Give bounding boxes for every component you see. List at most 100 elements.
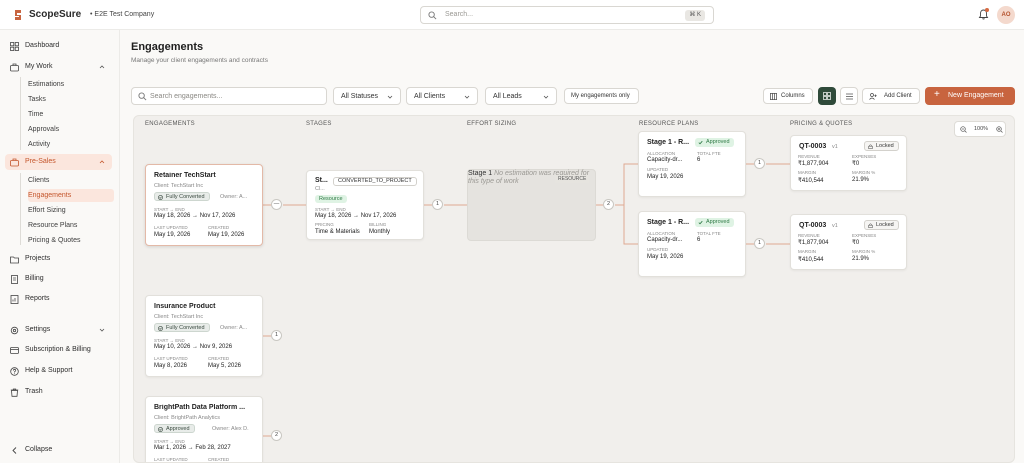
sidebar-sub-activity[interactable]: Activity xyxy=(28,138,114,151)
quote-card[interactable]: QT-0003 v1 Locked REVENUE ₹1,877,904 EXP… xyxy=(790,135,907,191)
grid-view-button[interactable] xyxy=(818,87,836,105)
engagement-flow-canvas[interactable]: ENGAGEMENTS STAGES EFFORT SIZING RESOURC… xyxy=(133,115,1015,463)
expenses-label: EXPENSES xyxy=(852,154,877,159)
sidebar-sub-engagements[interactable]: Engagements xyxy=(28,189,114,202)
sidebar-sub-clients[interactable]: Clients xyxy=(28,174,114,187)
locked-label: Locked xyxy=(876,143,894,149)
client-filter-value: All Clients xyxy=(414,93,446,100)
list-view-button[interactable] xyxy=(840,87,858,105)
status-filter-select[interactable]: All Statuses xyxy=(333,87,401,105)
connector-node[interactable]: 2 xyxy=(271,430,282,441)
sidebar-sub-time[interactable]: Time xyxy=(28,108,114,121)
engagement-card[interactable]: Insurance Product Client: TechStart Inc … xyxy=(145,295,263,377)
connector-node[interactable]: 1 xyxy=(754,158,765,169)
status-badge: Fully Converted xyxy=(154,192,210,201)
sidebar-label: Dashboard xyxy=(25,42,60,49)
expenses-label: EXPENSES xyxy=(852,233,877,238)
sidebar-label: Billing xyxy=(25,275,44,282)
sidebar-item-reports[interactable]: Reports xyxy=(5,291,112,307)
sidebar-item-dashboard[interactable]: Dashboard xyxy=(5,38,112,54)
lock-icon xyxy=(868,144,873,149)
sidebar-sub-pricing-quotes[interactable]: Pricing & Quotes xyxy=(28,234,114,247)
sidebar-item-help[interactable]: Help & Support xyxy=(5,363,112,379)
stage-card[interactable]: St... CONVERTED_TO_PROJECT Cl... Resourc… xyxy=(306,170,424,240)
lead-filter-select[interactable]: All Leads xyxy=(485,87,557,105)
start-end-label: START → END xyxy=(154,207,185,212)
updated-label: UPDATED xyxy=(647,247,669,252)
fte-label: TOTAL FTE xyxy=(697,231,721,236)
engagement-client: Client: TechStart Inc xyxy=(154,183,204,189)
revenue-label: REVENUE xyxy=(798,233,820,238)
resource-plan-title: Stage 1 - R... xyxy=(647,139,690,146)
add-client-label: Add Client xyxy=(884,93,912,99)
stage-status-tag: CONVERTED_TO_PROJECT xyxy=(333,177,417,186)
sidebar-item-billing[interactable]: Billing xyxy=(5,271,112,287)
billing-value: Monthly xyxy=(369,229,391,235)
briefcase-icon xyxy=(10,63,19,72)
sidebar-sub-resource-plans[interactable]: Resource Plans xyxy=(28,219,114,232)
resource-plan-card[interactable]: Stage 1 - R... Approved ALLOCATION Capac… xyxy=(638,131,746,197)
search-icon xyxy=(138,92,147,101)
approved-badge: Approved xyxy=(695,218,734,227)
columns-button[interactable]: Columns xyxy=(763,88,813,104)
status-filter-value: All Statuses xyxy=(341,93,378,100)
search-engagements-input[interactable]: Search engagements... xyxy=(131,87,327,105)
quote-title: QT-0003 xyxy=(799,222,827,229)
sidebar-collapse[interactable]: Collapse xyxy=(5,442,112,458)
sidebar-item-pre-sales[interactable]: Pre-Sales xyxy=(5,154,112,170)
sidebar-label: Projects xyxy=(25,255,51,262)
new-engagement-button[interactable]: + New Engagement xyxy=(925,87,1015,105)
engagement-title: BrightPath Data Platform ... xyxy=(154,404,246,411)
client-filter-select[interactable]: All Clients xyxy=(406,87,478,105)
sidebar-item-subscription[interactable]: Subscription & Billing xyxy=(5,342,112,358)
status-badge-label: Fully Converted xyxy=(166,194,205,200)
sidebar-sub-estimations[interactable]: Estimations xyxy=(28,78,114,91)
company-name[interactable]: • E2E Test Company xyxy=(90,11,154,18)
columns-label: Columns xyxy=(781,93,805,99)
sidebar-item-trash[interactable]: Trash xyxy=(5,384,112,400)
check-icon xyxy=(698,140,703,145)
brand-name[interactable]: ScopeSure xyxy=(29,9,81,20)
revenue-value: ₹1,877,904 xyxy=(798,240,829,246)
allocation-label: ALLOCATION xyxy=(647,231,676,236)
engagement-card[interactable]: Retainer TechStart Client: TechStart Inc… xyxy=(145,164,263,246)
connector-node[interactable]: 1 xyxy=(754,238,765,249)
avatar[interactable]: AO xyxy=(997,6,1015,24)
updated-value: May 19, 2026 xyxy=(154,232,191,238)
sidebar-sub-approvals[interactable]: Approvals xyxy=(28,123,114,136)
sidebar-item-my-work[interactable]: My Work xyxy=(5,59,112,75)
connector-node[interactable]: — xyxy=(271,199,282,210)
effort-sizing-card[interactable]: Stage 1 RESOURCE No estimation was requi… xyxy=(467,169,596,241)
my-engagements-toggle[interactable]: My engagements only xyxy=(564,88,639,104)
status-badge-label: Approved xyxy=(166,426,190,432)
fte-label: TOTAL FTE xyxy=(697,151,721,156)
engagement-card[interactable]: BrightPath Data Platform ... Client: Bri… xyxy=(145,396,263,462)
folder-icon xyxy=(10,256,19,264)
notification-dot xyxy=(985,8,989,12)
search-placeholder: Search engagements... xyxy=(150,93,223,100)
connector-node[interactable]: 1 xyxy=(271,330,282,341)
sidebar-sub-effort-sizing[interactable]: Effort Sizing xyxy=(28,204,114,217)
quote-card[interactable]: QT-0003 v1 Locked REVENUE ₹1,877,904 EXP… xyxy=(790,214,907,270)
margin-pct-label: MARGIN % xyxy=(852,170,876,175)
sidebar-item-projects[interactable]: Projects xyxy=(5,251,112,267)
shortcut-badge: ⌘ K xyxy=(685,10,705,21)
engagement-client: Client: BrightPath Analytics xyxy=(154,415,221,421)
credit-card-icon xyxy=(10,347,19,354)
sidebar-item-settings[interactable]: Settings xyxy=(5,322,112,338)
start-end-value: May 18, 2026 → Nov 17, 2026 xyxy=(154,213,236,219)
connector-node[interactable]: 2 xyxy=(603,199,614,210)
sidebar-label: Help & Support xyxy=(25,367,73,374)
created-value: May 19, 2026 xyxy=(208,232,245,238)
add-client-button[interactable]: Add Client xyxy=(862,88,920,104)
allocation-value: Capacity-dr... xyxy=(647,237,683,243)
resource-plan-card[interactable]: Stage 1 - R... Approved ALLOCATION Capac… xyxy=(638,211,746,277)
connector-node[interactable]: 1 xyxy=(432,199,443,210)
margin-label: MARGIN xyxy=(798,249,816,254)
engagement-client: Client: TechStart Inc xyxy=(154,314,204,320)
effort-title: Stage 1 xyxy=(468,170,493,177)
dashboard-icon xyxy=(10,42,19,51)
revenue-label: REVENUE xyxy=(798,154,820,159)
sidebar-sub-tasks[interactable]: Tasks xyxy=(28,93,114,106)
global-search[interactable]: Search... ⌘ K xyxy=(420,6,714,24)
